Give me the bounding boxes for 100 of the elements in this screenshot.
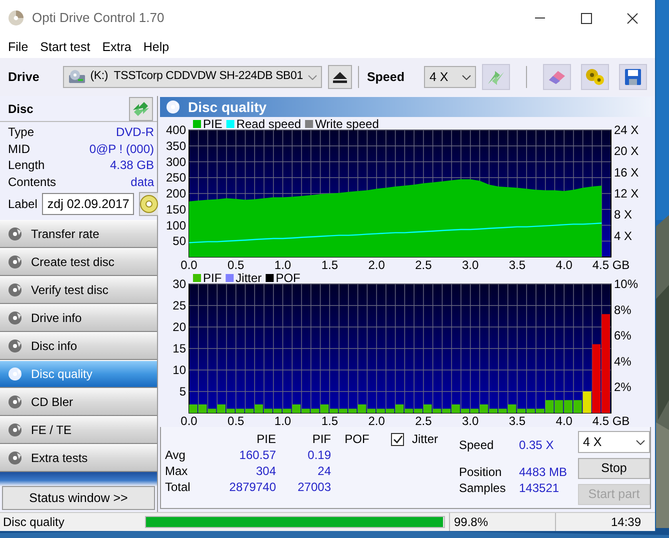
settings-button[interactable]: [580, 64, 609, 90]
axis-label: 16 X: [614, 165, 639, 180]
legend-label: Read speed: [236, 117, 302, 131]
nav-item[interactable]: Create test disc: [0, 248, 157, 276]
axis-label: 0.0: [180, 258, 198, 272]
column-header: PIE: [256, 431, 276, 448]
refresh-button[interactable]: [482, 64, 510, 90]
swap-arrows-icon: [132, 100, 150, 116]
nav-item[interactable]: CD Bler: [0, 388, 157, 416]
axis-label: 4.0: [556, 414, 572, 427]
axis-label: 8%: [614, 302, 632, 317]
disc-icon: [8, 367, 22, 381]
disc-icon: [8, 311, 22, 325]
info-label: Label: [8, 196, 38, 213]
action-button[interactable]: Stop: [578, 458, 650, 479]
axis-label: 2.5: [415, 258, 432, 272]
maximize-icon: [580, 12, 592, 24]
label-field[interactable]: zdj 02.09.2017: [42, 193, 134, 215]
stat-value: 27003: [296, 479, 331, 496]
caret-icon: [636, 440, 645, 444]
row-label: Total: [164, 479, 192, 496]
reading-value: 0.35 X: [519, 437, 555, 454]
info-value: data: [130, 174, 154, 191]
axis-label: 20 X: [614, 144, 639, 158]
drive-dropdown[interactable]: (K:) TSSTcorp CDDVDW SH-224DB SB01: [63, 66, 322, 88]
window-title: Opti Drive Control 1.70: [32, 9, 166, 28]
caret-icon: [462, 74, 471, 80]
nav-item[interactable]: FE / TE: [0, 416, 157, 444]
eject-button[interactable]: [328, 65, 352, 89]
axis-label: 4.5 GB: [592, 414, 630, 427]
legend-label: PIE: [203, 117, 222, 131]
erase-button[interactable]: [542, 64, 571, 90]
axis-label: 3.5: [508, 258, 526, 272]
status-window-button[interactable]: Status window >>: [2, 486, 155, 510]
nav-item[interactable]: Drive info: [0, 304, 157, 332]
axis-label: 15: [172, 342, 186, 356]
swap-arrows-icon: [486, 68, 506, 86]
axis-label: 0.5: [228, 414, 244, 427]
menu-item[interactable]: File: [2, 39, 34, 55]
nav-item[interactable]: Verify test disc: [0, 276, 157, 304]
reading-label: Samples: [459, 480, 507, 497]
menu-item[interactable]: Help: [137, 39, 176, 55]
status-text: Disc quality: [2, 514, 66, 531]
axis-label: 0.5: [228, 258, 244, 272]
reading-value: 4483 MB: [519, 464, 568, 481]
disc-button[interactable]: [139, 192, 160, 216]
data-bar: [554, 400, 564, 413]
refresh-button[interactable]: [129, 96, 153, 120]
nav-item[interactable]: Disc info: [0, 332, 157, 360]
menu-item[interactable]: Start test: [34, 39, 96, 55]
axis-label: 24 X: [614, 123, 639, 137]
section-title: Disc: [8, 100, 34, 118]
info-label: Length: [8, 157, 45, 174]
axis-label: 1.0: [274, 258, 292, 272]
nav-item[interactable]: Extra tests: [0, 444, 157, 472]
axis-label: 1.0: [274, 414, 292, 427]
close-icon: [626, 12, 638, 24]
disc-icon: [8, 283, 22, 297]
axis-label: 3.0: [462, 414, 479, 427]
axis-label: 8 X: [614, 208, 632, 222]
info-label: Contents: [8, 174, 56, 191]
status-time: 14:39: [555, 513, 655, 531]
disc-icon: [8, 451, 22, 465]
menu-item[interactable]: Extra: [96, 39, 138, 55]
stat-value: 0.19: [306, 447, 331, 464]
axis-label: 10%: [614, 277, 638, 291]
axis-label: 25: [172, 298, 186, 312]
axis-label: 3.0: [462, 258, 479, 272]
axis-label: 300: [166, 154, 186, 169]
info-label: Type: [8, 124, 34, 142]
disc-icon: [8, 339, 22, 353]
speed-dropdown[interactable]: 4 X: [578, 431, 650, 453]
row-label: Max: [164, 463, 189, 480]
axis-label: 1.5: [321, 258, 338, 272]
axis-label: 150: [166, 202, 186, 216]
axis-label: 12 X: [614, 186, 639, 200]
axis-label: 30: [172, 277, 186, 291]
stat-value: 304: [254, 463, 276, 480]
axis-label: 2.0: [368, 258, 385, 272]
jitter-checkbox[interactable]: [391, 432, 404, 446]
save-icon: [624, 69, 641, 85]
axis-label: 4.5 GB: [592, 258, 630, 272]
axis-label: 4 X: [614, 228, 632, 243]
panel-title: Disc quality: [188, 98, 267, 117]
column-header: PIF: [311, 431, 331, 448]
check-icon: [392, 434, 402, 444]
axis-label: 6%: [614, 328, 632, 343]
nav-item[interactable]: Transfer rate: [0, 220, 157, 248]
cd-icon: [140, 195, 158, 213]
info-value: 0@P ! (000): [89, 140, 154, 158]
axis-label: 200: [166, 186, 186, 200]
save-button[interactable]: [618, 64, 648, 90]
axis-label: 20: [172, 320, 186, 334]
column-header: POF: [344, 431, 370, 448]
drive-name: (K:) TSSTcorp CDDVDW SH-224DB SB01: [90, 69, 304, 84]
stat-value: 2879740: [228, 479, 276, 496]
speed-dropdown[interactable]: 4 X: [424, 66, 476, 88]
legend-label: PIF: [203, 273, 222, 285]
stat-value: 24: [316, 463, 331, 480]
info-value: DVD-R: [116, 124, 154, 142]
